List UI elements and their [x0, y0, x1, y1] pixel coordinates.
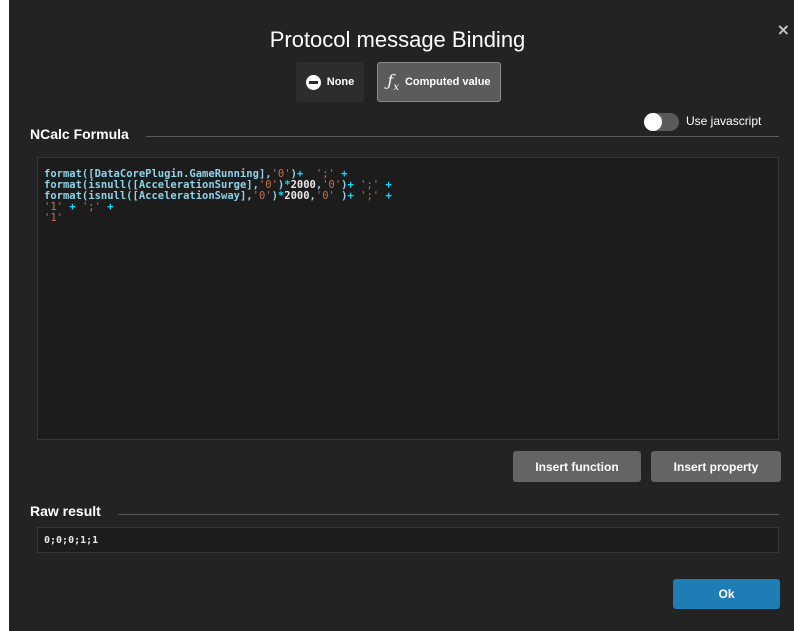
- insert-property-button[interactable]: Insert property: [651, 451, 781, 482]
- formula-token: '0': [315, 190, 335, 202]
- insert-function-button[interactable]: Insert function: [513, 451, 641, 482]
- ok-button[interactable]: Ok: [673, 579, 780, 609]
- section-divider: [146, 136, 779, 137]
- use-javascript-toggle[interactable]: [644, 113, 679, 131]
- none-mode-button[interactable]: None: [296, 62, 364, 102]
- raw-result-heading: Raw result: [30, 503, 101, 519]
- none-mode-label: None: [326, 76, 355, 88]
- formula-line: format(isnull([AccelerationSway],'0')*20…: [44, 191, 772, 202]
- formula-token: +: [100, 201, 114, 213]
- ncalc-formula-heading: NCalc Formula: [30, 126, 129, 142]
- formula-token: ';': [81, 201, 101, 213]
- function-icon: ƒx: [387, 70, 399, 94]
- no-entry-icon: [305, 74, 321, 90]
- computed-value-label: Computed value: [404, 76, 491, 88]
- formula-token: 2000: [284, 190, 310, 202]
- use-javascript-label: Use javascript: [686, 114, 762, 128]
- formula-token: ): [334, 190, 348, 202]
- raw-result-output: 0;0;0;1;1: [37, 527, 779, 553]
- formula-editor[interactable]: format([DataCorePlugin.GameRunning],'0')…: [37, 157, 779, 440]
- formula-token: ';': [360, 190, 380, 202]
- formula-token: +: [62, 201, 82, 213]
- formula-token: +: [379, 190, 392, 202]
- formula-token: '1': [44, 212, 63, 224]
- dialog-title: Protocol message Binding: [269, 27, 526, 52]
- section-divider: [118, 514, 779, 515]
- toggle-knob: [644, 113, 662, 131]
- formula-line: '1': [44, 213, 772, 224]
- formula-token: '0': [252, 190, 272, 202]
- formula-line: '1' + ';' +: [44, 202, 772, 213]
- formula-token: +: [347, 190, 361, 202]
- computed-value-mode-button[interactable]: ƒx Computed value: [377, 62, 501, 102]
